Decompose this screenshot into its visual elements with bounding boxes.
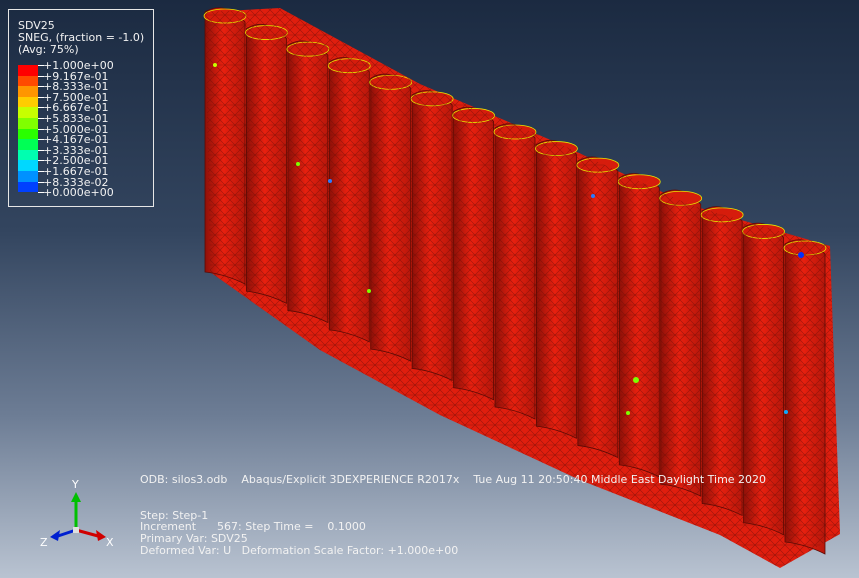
stress-spot (367, 289, 371, 293)
legend-value: +0.000e+00 (43, 186, 114, 200)
stress-spot (626, 411, 630, 415)
deformed-var-info: Deformed Var: U Deformation Scale Factor… (140, 544, 459, 557)
legend-swatch (18, 65, 38, 76)
odb-info: ODB: silos3.odb Abaqus/Explicit 3DEXPERI… (140, 473, 767, 486)
x-axis-label: X (106, 536, 114, 549)
contour-legend: SDV25 SNEG, (fraction = -1.0) (Avg: 75%)… (8, 9, 154, 207)
legend-swatch (18, 171, 38, 182)
legend-swatch (18, 128, 38, 140)
axis-triad: Y X Z (36, 478, 126, 558)
stress-spot (213, 63, 217, 67)
stress-spot (784, 410, 788, 414)
legend-swatch (18, 107, 38, 118)
stress-spot (328, 179, 332, 183)
legend-swatch (18, 181, 38, 193)
stress-spot (296, 162, 300, 166)
legend-swatch (18, 75, 38, 87)
legend-average: (Avg: 75%) (18, 43, 79, 56)
legend-swatch (18, 149, 38, 161)
legend-swatch (18, 139, 38, 150)
stress-spot (633, 377, 639, 383)
legend-swatch (18, 96, 38, 108)
z-axis-label: Z (40, 536, 48, 549)
y-axis-label: Y (72, 478, 79, 491)
stress-spot (591, 194, 595, 198)
legend-swatch (18, 86, 38, 97)
legend-swatch (18, 118, 38, 129)
stress-spot (798, 252, 804, 258)
legend-swatch (18, 160, 38, 171)
